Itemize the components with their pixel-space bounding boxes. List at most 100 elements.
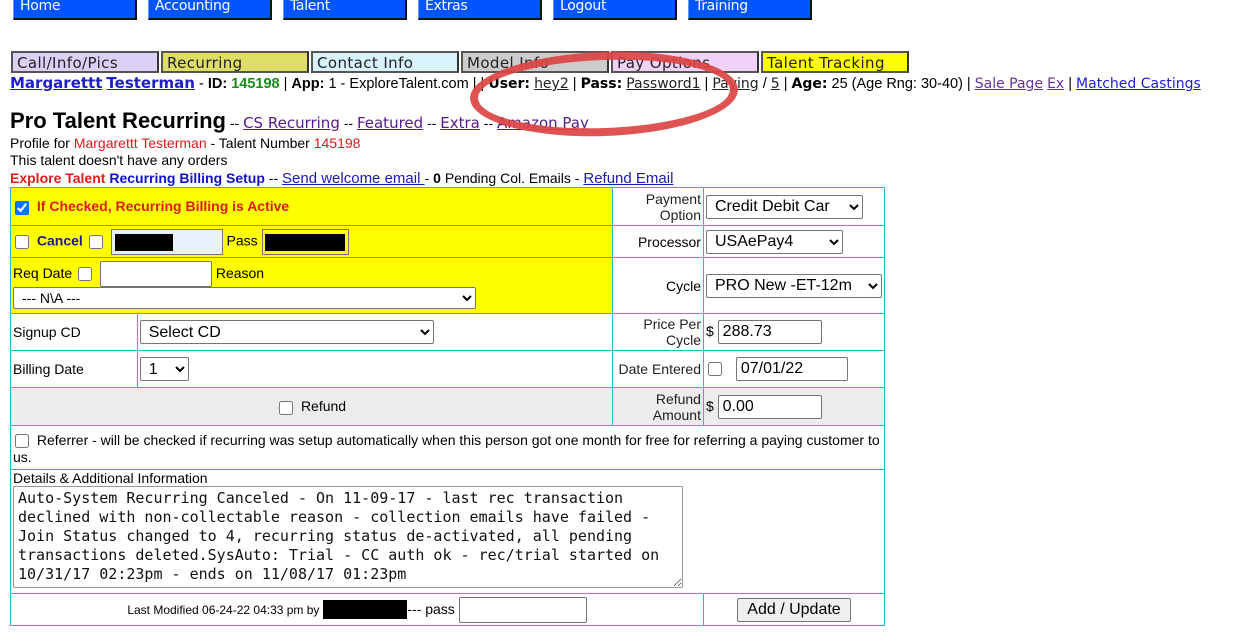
date-entered-checkbox[interactable] — [707, 362, 722, 377]
paying-link[interactable]: Paying — [712, 76, 758, 92]
modify-pass-input[interactable] — [458, 596, 587, 623]
extra-link[interactable]: Extra — [440, 114, 480, 132]
active-cell: If Checked, Recurring Billing is Active — [9, 187, 614, 226]
last-modified-text: Last Modified 06-24-22 04:33 pm by — [127, 602, 320, 617]
cancel-label: Cancel — [36, 232, 83, 249]
ex-link[interactable]: Ex — [1047, 76, 1064, 92]
recurring-active-checkbox[interactable] — [15, 200, 29, 215]
page-title: Pro Talent Recurring — [10, 108, 226, 133]
app-label: App: — [291, 76, 325, 92]
nav-extras[interactable]: Extras — [418, 0, 542, 20]
referrer-cell: Referrer - will be checked if recurring … — [10, 425, 885, 470]
send-welcome-email-link[interactable]: Send welcome email — [282, 170, 425, 187]
price-cell: $ — [702, 313, 886, 351]
tab-pay-options[interactable]: Pay Options — [611, 51, 759, 73]
last-modified-cell: Last Modified 06-24-22 04:33 pm by --- p… — [10, 593, 704, 626]
referrer-checkbox[interactable] — [15, 433, 29, 448]
cancel-checkbox[interactable] — [15, 234, 29, 249]
refund-checkbox[interactable] — [279, 400, 294, 415]
cycle-cell: PRO New -ET-12m — [702, 257, 886, 314]
recurring-active-label: If Checked, Recurring Billing is Active — [36, 198, 290, 215]
billing-date-cell: 1 — [136, 350, 614, 388]
id-label: ID: — [207, 76, 228, 92]
age-value: 25 (Age Rng: 30-40) — [831, 76, 963, 92]
redacted-block — [323, 600, 408, 620]
password-link[interactable]: Password1 — [626, 76, 700, 92]
date-entered-input[interactable] — [735, 357, 848, 381]
currency-symbol: $ — [705, 397, 714, 414]
processor-label: Processor — [612, 225, 704, 258]
age-label: Age: — [791, 76, 828, 92]
date-entered-label: Date Entered — [612, 350, 704, 388]
talent-number-label: - Talent Number — [210, 135, 310, 151]
pass-label: Pass: — [580, 76, 623, 92]
reason-label: Reason — [215, 265, 265, 281]
refund-email-link[interactable]: Refund Email — [583, 170, 673, 187]
pass-suffix: --- pass — [407, 600, 455, 617]
tab-call-info-pics[interactable]: Call/Info/Pics — [11, 51, 159, 73]
refund-amount-cell: $ — [702, 387, 886, 426]
profile-prefix: Profile for — [10, 135, 70, 151]
signup-cd-select[interactable]: Select CD — [139, 320, 434, 344]
amazon-pay-link[interactable]: Amazon Pay — [497, 114, 589, 132]
talent-id: 145198 — [231, 76, 280, 92]
tab-talent-tracking[interactable]: Talent Tracking — [761, 51, 909, 73]
tab-recurring[interactable]: Recurring — [161, 51, 309, 73]
nav-logout[interactable]: Logout — [553, 0, 677, 20]
req-date-checkbox[interactable] — [78, 267, 93, 282]
signup-cd-cell: Select CD — [136, 313, 614, 351]
add-update-button[interactable]: Add / Update — [737, 597, 851, 622]
nav-training[interactable]: Training — [688, 0, 812, 20]
price-input[interactable] — [717, 320, 822, 344]
billing-date-select[interactable]: 1 — [139, 357, 189, 381]
cycle-select[interactable]: PRO New -ET-12m — [705, 273, 882, 298]
request-cell: Req Date Reason --- N\A --- — [9, 257, 614, 314]
cancel-cell: Cancel Pass — [9, 225, 614, 258]
currency-symbol: $ — [705, 323, 714, 339]
cancel-confirm-checkbox[interactable] — [88, 234, 103, 249]
profile-line: Profile for Margarettt Testerman - Talen… — [10, 135, 360, 151]
cancel-pass-field[interactable] — [261, 228, 349, 255]
featured-link[interactable]: Featured — [357, 114, 423, 132]
details-textarea[interactable]: Auto-System Recurring Canceled - On 11-0… — [13, 486, 683, 588]
payment-option-label: Payment Option — [612, 187, 704, 226]
app-value: 1 - ExploreTalent.com — [328, 76, 469, 92]
payment-option-cell: Credit Debit Car — [702, 187, 886, 226]
refund-amount-label: Refund Amount — [612, 387, 704, 426]
cs-recurring-link[interactable]: CS Recurring — [243, 114, 340, 132]
username-link[interactable]: hey2 — [534, 76, 569, 92]
setup-title-blue: Recurring Billing Setup — [109, 170, 265, 186]
paying-count-link[interactable]: 5 — [771, 76, 780, 92]
last-name-link[interactable]: Testerman — [106, 74, 195, 92]
cancel-pass-label: Pass — [226, 232, 258, 249]
no-orders-text: This talent doesn't have any orders — [10, 152, 228, 168]
billing-setup-line: Explore Talent Recurring Billing Setup -… — [10, 170, 674, 187]
submit-cell: Add / Update — [702, 593, 886, 626]
sale-page-link[interactable]: Sale Page — [975, 76, 1043, 92]
req-date-input[interactable] — [99, 261, 212, 287]
first-name-link[interactable]: Margarettt — [10, 74, 102, 92]
refund-label: Refund — [300, 398, 347, 415]
date-entered-cell — [702, 350, 886, 388]
cancel-user-field[interactable] — [110, 228, 223, 255]
payment-option-select[interactable]: Credit Debit Car — [705, 194, 863, 219]
req-date-label: Req Date — [13, 265, 73, 281]
nav-home[interactable]: Home — [13, 0, 137, 20]
tab-contact-info[interactable]: Contact Info — [311, 51, 459, 73]
refund-cell: Refund — [9, 387, 614, 426]
profile-name: Margarettt Testerman — [73, 135, 207, 151]
reason-select[interactable]: --- N\A --- — [13, 287, 476, 309]
tab-model-info[interactable]: Model Info — [461, 51, 609, 73]
refund-amount-input[interactable] — [717, 394, 822, 419]
details-label: Details & Additional Information — [13, 470, 208, 486]
billing-date-label: Billing Date — [10, 350, 138, 388]
talent-number: 145198 — [313, 135, 361, 151]
processor-select[interactable]: USAePay4 — [705, 229, 843, 254]
details-cell: Details & Additional Information Auto-Sy… — [10, 469, 885, 594]
nav-talent[interactable]: Talent — [283, 0, 407, 20]
redacted-block — [264, 233, 345, 251]
referrer-text: Referrer - will be checked if recurring … — [13, 431, 880, 465]
recurring-billing-form: If Checked, Recurring Billing is Active … — [9, 187, 886, 626]
matched-castings-link[interactable]: Matched Castings — [1076, 76, 1201, 92]
nav-accounting[interactable]: Accounting — [148, 0, 272, 20]
